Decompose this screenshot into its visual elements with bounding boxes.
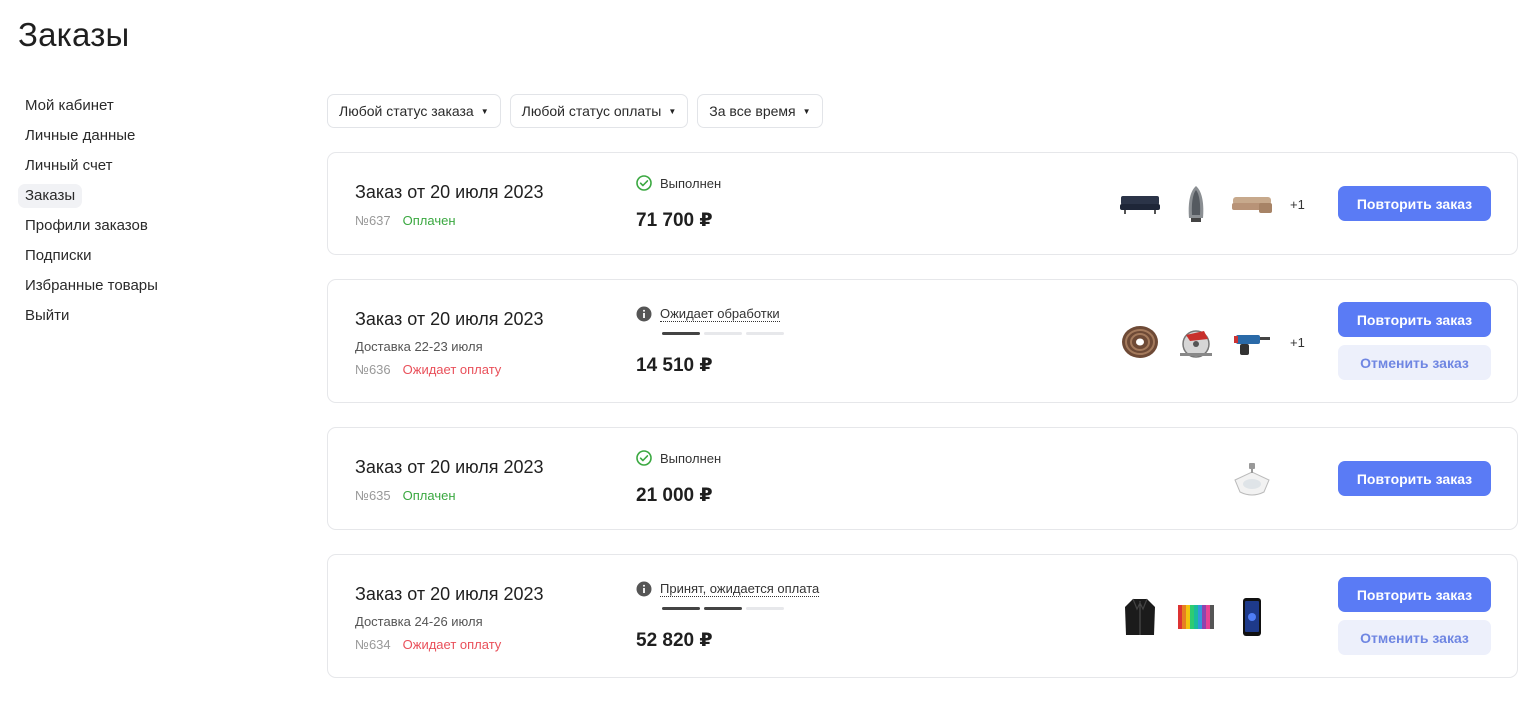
order-title: Заказ от 20 июля 2023 (355, 457, 544, 477)
order-progress (662, 607, 784, 610)
order-meta: №637 Оплачен (355, 213, 456, 228)
payment-status-filter-label: Любой статус оплаты (521, 103, 662, 119)
caret-down-icon: ▼ (480, 106, 489, 116)
order-title: Заказ от 20 июля 2023 (355, 309, 544, 329)
progress-segment (704, 607, 742, 610)
order-card: Заказ от 20 июля 2023 №635 Оплачен Выпол… (327, 427, 1518, 530)
cancel-order-button[interactable]: Отменить заказ (1338, 620, 1491, 655)
filters-bar: Любой статус заказа ▼ Любой статус оплат… (327, 94, 823, 128)
corner-bathtub-product-thumb[interactable] (1230, 456, 1274, 500)
order-number: №634 (355, 637, 391, 652)
payment-status: Оплачен (402, 213, 456, 228)
payment-status-filter[interactable]: Любой статус оплаты ▼ (509, 94, 689, 128)
sidebar-item-order-profiles[interactable]: Профили заказов (18, 214, 155, 238)
rotary-hammer-product-thumb[interactable] (1230, 320, 1274, 364)
order-sum: 52 820 ₽ (636, 630, 713, 651)
order-products: +1 (1118, 182, 1305, 226)
more-products-count[interactable]: +1 (1290, 335, 1305, 350)
info-icon (636, 581, 652, 597)
progress-segment (704, 332, 742, 335)
repeat-order-button[interactable]: Повторить заказ (1338, 577, 1491, 612)
payment-status: Ожидает оплату (402, 637, 502, 652)
repeat-order-button[interactable]: Повторить заказ (1338, 186, 1491, 221)
order-number: №635 (355, 488, 391, 503)
order-title: Заказ от 20 июля 2023 (355, 182, 544, 202)
circular-saw-product-thumb[interactable] (1174, 320, 1218, 364)
order-card: Заказ от 20 июля 2023 Доставка 22-23 июл… (327, 279, 1518, 403)
order-card: Заказ от 20 июля 2023 №637 Оплачен Выпол… (327, 152, 1518, 255)
check-circle-icon (636, 450, 652, 466)
order-sum: 21 000 ₽ (636, 485, 713, 506)
order-status[interactable]: Ожидает обработки (636, 306, 780, 322)
sidebar-item-logout[interactable]: Выйти (18, 304, 76, 328)
payment-status: Ожидает оплату (402, 362, 502, 377)
sidebar-item-cabinet[interactable]: Мой кабинет (18, 94, 121, 118)
payment-status: Оплачен (402, 488, 456, 503)
order-meta: №635 Оплачен (355, 488, 456, 503)
sidebar-item-favorites[interactable]: Избранные товары (18, 274, 165, 298)
progress-segment (662, 332, 700, 335)
sidebar-nav: Мой кабинет Личные данные Личный счет За… (18, 94, 238, 334)
colored-pencils-product-thumb[interactable] (1174, 595, 1218, 639)
smartphone-product-thumb[interactable] (1230, 595, 1274, 639)
order-products (1230, 456, 1286, 500)
order-sum: 71 700 ₽ (636, 210, 713, 231)
nail-coil-product-thumb[interactable] (1118, 320, 1162, 364)
inflatable-boat-product-thumb[interactable] (1174, 182, 1218, 226)
order-number: №636 (355, 362, 391, 377)
progress-segment (662, 607, 700, 610)
order-status-label: Выполнен (660, 175, 722, 191)
period-filter[interactable]: За все время ▼ (697, 94, 823, 128)
order-meta: №636 Ожидает оплату (355, 362, 501, 377)
order-status: Выполнен (636, 175, 721, 191)
more-products-count[interactable]: +1 (1290, 197, 1305, 212)
progress-segment (746, 607, 784, 610)
order-products: +1 (1118, 320, 1305, 364)
order-title: Заказ от 20 июля 2023 (355, 584, 544, 604)
order-status: Выполнен (636, 450, 721, 466)
leather-jacket-product-thumb[interactable] (1118, 595, 1162, 639)
order-card: Заказ от 20 июля 2023 Доставка 24-26 июл… (327, 554, 1518, 678)
order-status-filter[interactable]: Любой статус заказа ▼ (327, 94, 501, 128)
order-status[interactable]: Принят, ожидается оплата (636, 581, 820, 597)
sidebar-item-personal-data[interactable]: Личные данные (18, 124, 142, 148)
order-products (1118, 595, 1286, 639)
order-status-label: Ожидает обработки (660, 306, 780, 322)
repeat-order-button[interactable]: Повторить заказ (1338, 461, 1491, 496)
page-title: Заказы (18, 16, 130, 53)
delivery-dates: Доставка 24-26 июля (355, 614, 483, 629)
order-number: №637 (355, 213, 391, 228)
corner-sofa-product-thumb[interactable] (1230, 182, 1274, 226)
sofa-product-thumb[interactable] (1118, 182, 1162, 226)
info-icon (636, 306, 652, 322)
order-sum: 14 510 ₽ (636, 355, 713, 376)
order-status-label: Принят, ожидается оплата (660, 581, 820, 597)
cancel-order-button[interactable]: Отменить заказ (1338, 345, 1491, 380)
sidebar-item-subscriptions[interactable]: Подписки (18, 244, 99, 268)
period-filter-label: За все время (709, 103, 796, 119)
order-status-filter-label: Любой статус заказа (339, 103, 474, 119)
repeat-order-button[interactable]: Повторить заказ (1338, 302, 1491, 337)
order-meta: №634 Ожидает оплату (355, 637, 501, 652)
caret-down-icon: ▼ (802, 106, 811, 116)
order-progress (662, 332, 784, 335)
caret-down-icon: ▼ (668, 106, 677, 116)
delivery-dates: Доставка 22-23 июля (355, 339, 483, 354)
sidebar-item-account[interactable]: Личный счет (18, 154, 120, 178)
sidebar-item-orders[interactable]: Заказы (18, 184, 83, 208)
progress-segment (746, 332, 784, 335)
check-circle-icon (636, 175, 652, 191)
order-status-label: Выполнен (660, 450, 722, 466)
